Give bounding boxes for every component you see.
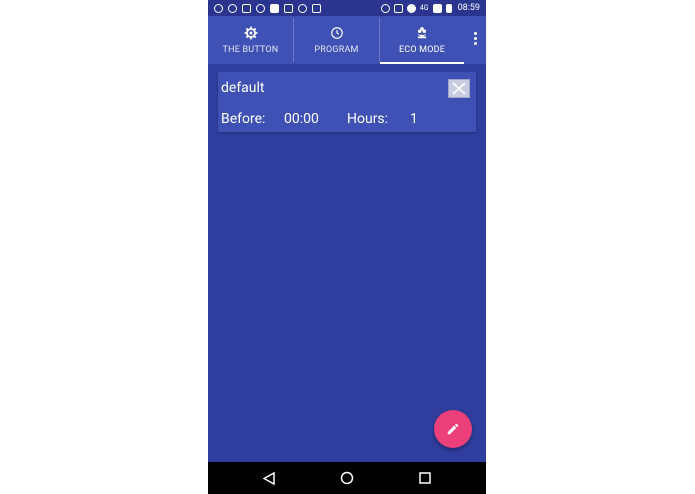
card-title: default — [221, 80, 265, 96]
tab-program[interactable]: PROGRAM — [294, 16, 379, 64]
before-label: Before: — [221, 111, 266, 127]
navigation-bar — [208, 462, 486, 494]
active-tab-indicator — [380, 62, 464, 64]
delete-button[interactable] — [448, 79, 470, 98]
hours-value: 1 — [410, 111, 418, 127]
app-notification-icon — [214, 3, 223, 13]
back-triangle-icon — [263, 471, 275, 485]
home-circle-icon — [340, 471, 354, 485]
status-bar: 4G 08:59 — [208, 0, 486, 16]
image-icon — [284, 3, 293, 13]
phone-screen: 4G 08:59 THE BUTTON PROGRAM ECO MODE def… — [208, 0, 486, 494]
eco-flower-icon — [417, 26, 427, 38]
pinterest-icon — [228, 3, 237, 13]
whatsapp-icon — [298, 3, 307, 13]
do-not-disturb-icon — [406, 3, 416, 13]
battery-icon — [445, 3, 452, 13]
tab-bar: THE BUTTON PROGRAM ECO MODE — [208, 16, 486, 64]
hours-label: Hours: — [347, 111, 389, 127]
gear-icon — [244, 26, 257, 39]
tab-label: ECO MODE — [398, 44, 446, 55]
tab-the-button[interactable]: THE BUTTON — [208, 16, 293, 64]
recents-square-icon — [419, 472, 431, 484]
eco-program-card[interactable]: default Before: 00:00 Hours: 1 — [218, 72, 476, 132]
gmail-icon — [242, 3, 251, 13]
pencil-icon — [447, 423, 459, 435]
moon-icon — [256, 3, 265, 13]
network-type: 4G — [419, 4, 429, 12]
recents-button[interactable] — [417, 470, 433, 486]
tab-eco-mode[interactable]: ECO MODE — [380, 16, 464, 64]
close-icon — [452, 82, 466, 95]
back-button[interactable] — [261, 470, 277, 486]
calendar-icon — [270, 3, 279, 13]
clock-icon — [330, 26, 343, 39]
edit-fab-button[interactable] — [434, 410, 472, 448]
home-button[interactable] — [339, 470, 355, 486]
bluetooth-icon — [393, 3, 403, 13]
signal-icon — [432, 3, 442, 13]
before-value: 00:00 — [284, 111, 319, 127]
tab-label: PROGRAM — [314, 44, 359, 55]
status-time: 08:59 — [457, 3, 480, 13]
hotspot-icon — [380, 3, 390, 13]
tab-label: THE BUTTON — [222, 44, 279, 55]
overflow-menu-icon[interactable] — [471, 32, 479, 52]
maps-icon — [312, 3, 321, 13]
